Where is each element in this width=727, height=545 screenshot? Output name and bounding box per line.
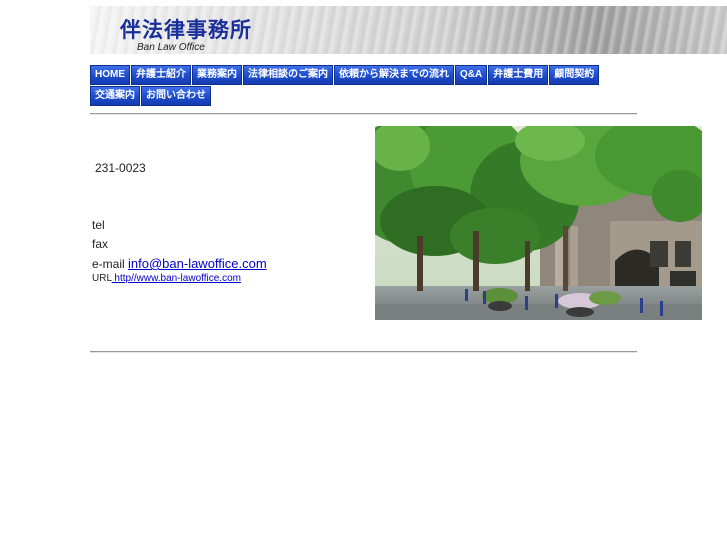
- url-link[interactable]: http//www.ban-lawoffice.com: [112, 273, 241, 284]
- email-row: e-mail info@ban-lawoffice.com: [92, 256, 267, 271]
- nav-contact[interactable]: お問い合わせ: [141, 86, 211, 106]
- nav-qa[interactable]: Q&A: [455, 65, 488, 85]
- site-subtitle: Ban Law Office: [137, 42, 205, 53]
- nav-access[interactable]: 交通案内: [90, 86, 140, 106]
- fax-label: fax: [92, 237, 109, 251]
- nav-consultation[interactable]: 法律相談のご案内: [243, 65, 333, 85]
- nav-home[interactable]: HOME: [90, 65, 130, 85]
- url-label: URL: [92, 273, 112, 284]
- office-photo-image: [375, 126, 702, 320]
- divider-top: [90, 113, 637, 115]
- nav-lawyer-intro[interactable]: 弁護士紹介: [131, 65, 191, 85]
- nav-services[interactable]: 業務案内: [192, 65, 242, 85]
- nav-advisory-contract[interactable]: 顧問契約: [549, 65, 600, 85]
- nav-fees[interactable]: 弁護士費用: [488, 65, 549, 85]
- tel-label: tel: [92, 218, 105, 232]
- site-title: 伴法律事務所: [120, 17, 252, 42]
- divider-bottom: [90, 351, 637, 353]
- nav-process-flow[interactable]: 依頼から解決までの流れ: [334, 65, 454, 85]
- email-label: e-mail: [92, 257, 125, 271]
- office-photo: [375, 126, 702, 320]
- email-link[interactable]: info@ban-lawoffice.com: [128, 256, 267, 271]
- url-row: URL http//www.ban-lawoffice.com: [92, 273, 241, 284]
- postal-code: 231-0023: [95, 161, 146, 175]
- site-header: 伴法律事務所 Ban Law Office: [90, 6, 727, 54]
- main-nav: HOME 弁護士紹介 業務案内 法律相談のご案内 依頼から解決までの流れ Q&A…: [90, 65, 635, 107]
